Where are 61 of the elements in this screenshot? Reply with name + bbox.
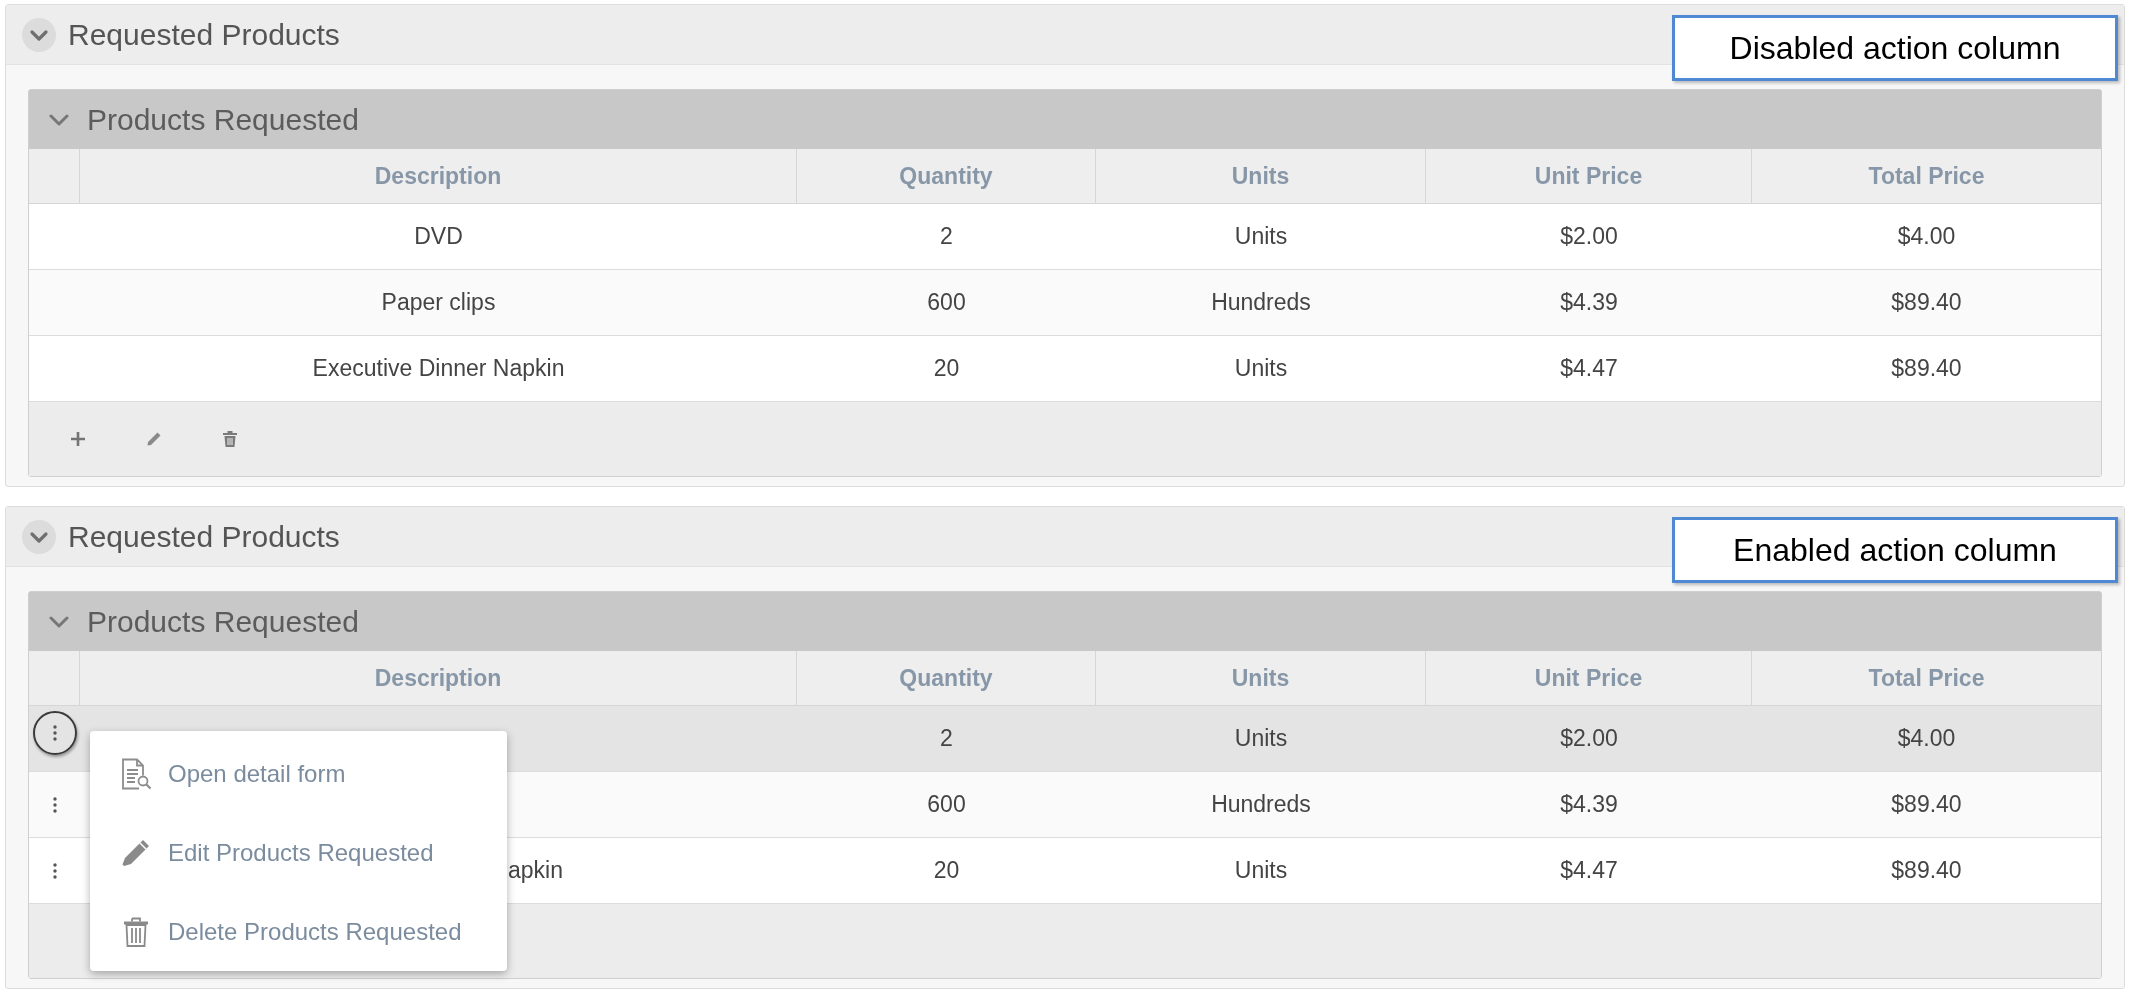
more-vertical-icon: [52, 796, 57, 813]
table-row[interactable]: Executive Dinner Napkin 20 Units $4.47 $89.40: [29, 336, 2101, 402]
table-cell-text: Executive Dinner Napkin: [312, 354, 565, 384]
table-cell-text: DVD: [414, 222, 463, 252]
annotation-label: Enabled action column: [1672, 517, 2118, 583]
column-header[interactable]: Units: [1231, 660, 1290, 696]
trash-icon[interactable]: [222, 430, 238, 448]
table-cell-text: 20: [933, 354, 960, 384]
chevron-down-icon[interactable]: [49, 113, 69, 126]
table-row[interactable]: DVD 2 Units $2.00 $4.00: [29, 204, 2101, 270]
column-header[interactable]: Quantity: [899, 660, 993, 696]
column-header[interactable]: Unit Price: [1534, 660, 1643, 696]
column-header[interactable]: Description: [374, 158, 502, 194]
table-cell-text: 2: [940, 222, 953, 252]
table-cell-text: 600: [927, 790, 966, 820]
table-cell-text: $4.47: [1560, 856, 1618, 886]
trash-icon: [123, 916, 149, 947]
table-row[interactable]: Paper clips 600 Hundreds $4.39 $89.40: [29, 270, 2101, 336]
table-cell-text: apkin: [508, 856, 563, 886]
row-actions-button[interactable]: [32, 710, 77, 755]
document-search-icon: [120, 757, 152, 790]
table-cell-text: $4.39: [1560, 790, 1618, 820]
table-cell-text: $4.39: [1560, 288, 1618, 318]
chevron-down-icon[interactable]: [49, 615, 69, 628]
table-cell-text: Paper clips: [381, 288, 496, 318]
table-cell-text: $4.00: [1897, 724, 1956, 754]
table-cell-text: 600: [927, 288, 966, 318]
subsection-title: Products Requested: [87, 604, 359, 640]
more-vertical-icon: [52, 724, 57, 741]
table-cell-text: $4.00: [1897, 222, 1956, 252]
section-title: Requested Products: [68, 519, 340, 555]
pencil-icon: [121, 837, 151, 868]
table-cell-text: 20: [933, 856, 960, 886]
table-cell-text: Units: [1234, 724, 1288, 754]
section-title: Requested Products: [68, 17, 340, 53]
table-cell-text: 2: [940, 724, 953, 754]
table-cell-text: Hundreds: [1211, 790, 1311, 820]
more-vertical-icon: [52, 862, 57, 879]
column-header[interactable]: Description: [374, 660, 502, 696]
table-cell-text: $2.00: [1560, 724, 1618, 754]
table-cell-text: Units: [1234, 222, 1288, 252]
table-cell-text: Hundreds: [1211, 288, 1311, 318]
table-cell-text: $89.40: [1891, 288, 1962, 318]
table-cell-text: $89.40: [1891, 790, 1962, 820]
table-cell-text: Units: [1234, 856, 1288, 886]
column-header[interactable]: Unit Price: [1534, 158, 1643, 194]
table-cell-text: $89.40: [1891, 856, 1962, 886]
subsection-title: Products Requested: [87, 102, 359, 138]
plus-icon[interactable]: [70, 431, 86, 447]
chevron-down-icon[interactable]: [22, 17, 56, 52]
table-cell-text: $89.40: [1891, 354, 1962, 384]
column-header[interactable]: Total Price: [1868, 158, 1985, 194]
table-cell-text: $2.00: [1560, 222, 1618, 252]
column-header[interactable]: Quantity: [899, 158, 993, 194]
annotation-label: Disabled action column: [1672, 15, 2118, 81]
column-header[interactable]: Total Price: [1868, 660, 1985, 696]
table-cell-text: $4.47: [1560, 354, 1618, 384]
pencil-icon[interactable]: [146, 431, 162, 447]
chevron-down-icon[interactable]: [22, 519, 56, 554]
column-header[interactable]: Units: [1231, 158, 1290, 194]
table-cell-text: Units: [1234, 354, 1288, 384]
